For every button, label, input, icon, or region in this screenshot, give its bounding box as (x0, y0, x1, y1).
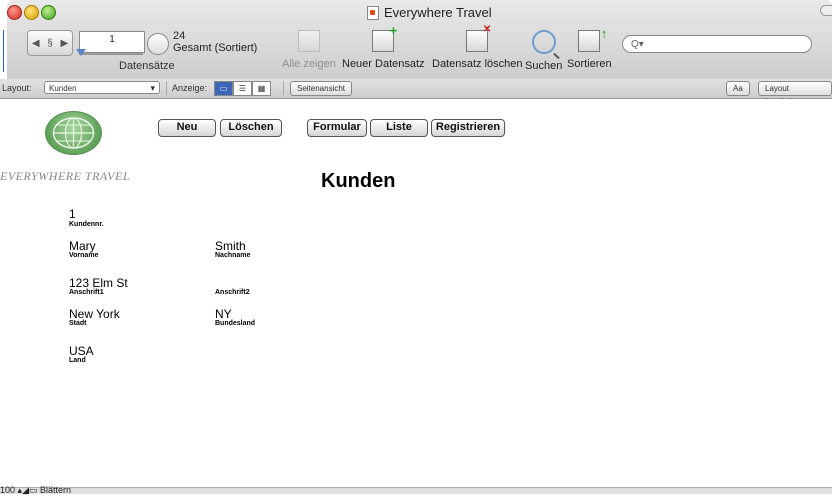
new-button[interactable]: Neu (158, 119, 216, 137)
search-label: Suchen (525, 60, 563, 72)
prev-record-icon[interactable]: ◀ (32, 38, 40, 49)
record-slider[interactable] (76, 49, 143, 56)
divider (283, 81, 284, 95)
page-title: Kunden (321, 170, 396, 192)
view-label: Anzeige: (172, 83, 208, 93)
zoom-window-button[interactable] (41, 5, 56, 20)
window-edge-marker (0, 30, 4, 72)
sort-button[interactable]: Sortieren (567, 26, 612, 70)
quick-search-input[interactable]: Q▾ (622, 35, 812, 53)
layout-bar: Layout: Kunden Anzeige: ▭ ☰ ▦ Seitenansi… (0, 79, 832, 106)
app-window: Everywhere Travel ◀ § ▶ 1 24 Gesamt (Sor… (0, 0, 832, 493)
status-bar-text: 100 ▴◢▭ Blättern (0, 485, 71, 496)
text-format-button[interactable]: Aa (726, 81, 750, 96)
last-name-label: Nachname (215, 252, 251, 259)
new-record-icon (372, 23, 397, 52)
company-logo-text: EVERYWHERE TRAVEL (0, 169, 130, 183)
next-record-icon[interactable]: ▶ (60, 38, 68, 49)
show-all-icon (297, 30, 320, 52)
state-label: Bundesland (215, 320, 256, 327)
new-record-button[interactable]: Neuer Datensatz (342, 23, 425, 70)
show-all-button[interactable]: Alle zeigen (282, 30, 336, 70)
customer-no-field[interactable]: 1 (69, 207, 76, 221)
document-icon (367, 5, 379, 20)
delete-button[interactable]: Löschen (220, 119, 282, 137)
window-title: Everywhere Travel (367, 5, 492, 20)
address1-field[interactable]: 123 Elm St (69, 276, 128, 290)
country-label: Land (69, 357, 86, 364)
records-label: Datensätze (119, 60, 175, 72)
form-content: EVERYWHERE TRAVEL Neu Löschen Formular L… (0, 99, 832, 487)
window-title-text: Everywhere Travel (384, 5, 492, 20)
delete-record-icon (466, 24, 491, 52)
layout-label: Layout: (2, 83, 32, 93)
city-label: Stadt (69, 320, 87, 327)
form-view-icon[interactable]: ▭ (214, 81, 233, 96)
view-mode-buttons: ▭ ☰ ▦ (214, 81, 271, 96)
mode-toggle-icon[interactable]: ▴◢▭ (18, 485, 38, 495)
first-name-field[interactable]: Mary (69, 239, 96, 253)
edit-layout-button[interactable]: Layout bearbeiten (758, 81, 832, 106)
search-button[interactable]: Suchen (525, 30, 562, 72)
address2-label: Anschrift2 (215, 289, 250, 296)
total-label: Gesamt (Sortiert) (173, 42, 258, 54)
divider (166, 81, 167, 95)
current-record-field[interactable]: 1 (79, 31, 145, 53)
delete-record-label: Datensatz löschen (432, 58, 523, 70)
table-view-icon[interactable]: ▦ (252, 81, 271, 96)
list-view-icon[interactable]: ☰ (233, 81, 252, 96)
mode-label: Blättern (40, 485, 72, 495)
sort-icon (578, 26, 607, 52)
list-view-button[interactable]: Liste (370, 119, 428, 137)
globe-logo-icon (45, 111, 102, 155)
sort-label: Sortieren (567, 58, 612, 70)
new-record-label: Neuer Datensatz (342, 58, 425, 70)
toolbar-toggle-button[interactable] (820, 5, 832, 16)
address1-label: Anschrift1 (69, 289, 104, 296)
close-window-button[interactable] (7, 5, 22, 20)
total-count: 24 (173, 30, 186, 42)
zoom-level[interactable]: 100 (0, 485, 15, 495)
search-icon (531, 30, 556, 54)
city-field[interactable]: New York (69, 307, 120, 321)
book-icon: § (47, 37, 53, 49)
delete-record-button[interactable]: Datensatz löschen (432, 24, 523, 70)
customer-no-label: Kundennr. (69, 221, 104, 228)
preview-button[interactable]: Seitenansicht (290, 81, 353, 96)
layout-select-value: Kunden (49, 84, 77, 93)
register-button[interactable]: Registrieren (431, 119, 505, 137)
record-total: 24 Gesamt (Sortiert) (173, 30, 257, 54)
country-field[interactable]: USA (69, 344, 94, 358)
first-name-label: Vorname (69, 252, 99, 259)
layout-select[interactable]: Kunden (44, 81, 160, 95)
record-status-pie (147, 33, 169, 55)
last-name-field[interactable]: Smith (215, 239, 246, 253)
show-all-label: Alle zeigen (282, 58, 336, 70)
minimize-window-button[interactable] (24, 5, 39, 20)
form-view-button[interactable]: Formular (307, 119, 367, 137)
state-field[interactable]: NY (215, 307, 232, 321)
record-navigator[interactable]: ◀ § ▶ (27, 30, 73, 56)
